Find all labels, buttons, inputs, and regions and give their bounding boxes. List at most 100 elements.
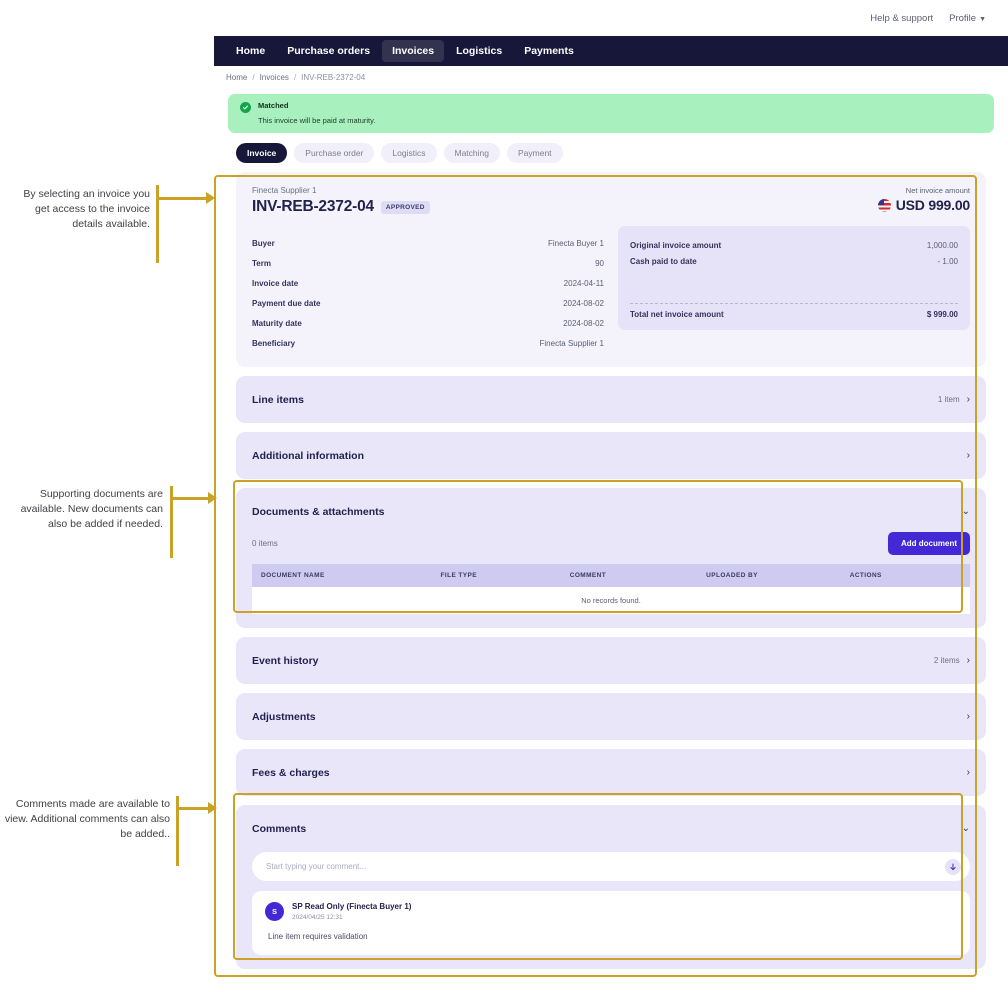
field-value: Finecta Buyer 1 <box>547 238 604 248</box>
table-row-empty: No records found. <box>252 587 970 614</box>
col-uploaded-by: UPLOADED BY <box>697 564 841 587</box>
section-title: Documents & attachments <box>252 505 385 518</box>
nav-item-payments[interactable]: Payments <box>514 40 584 62</box>
comment-meta: SP Read Only (Finecta Buyer 1) 2024/04/2… <box>292 902 411 921</box>
section-count: 1 item <box>937 395 960 404</box>
chevron-down-icon: ▼ <box>979 15 986 23</box>
section-line-items[interactable]: Line items 1 item › <box>236 376 986 423</box>
section-title: Line items <box>252 393 304 406</box>
profile-label: Profile <box>949 12 977 24</box>
annotation-arrow-2 <box>208 492 217 504</box>
section-meta: 2 items › <box>933 655 970 666</box>
section-meta: 1 item › <box>937 394 970 405</box>
section-fees-charges[interactable]: Fees & charges › <box>236 749 986 796</box>
section-header[interactable]: Comments ⌄ <box>252 805 970 852</box>
amount-spacer <box>630 269 958 297</box>
help-and-support-link[interactable]: Help & support <box>870 13 933 24</box>
field-maturity-date: Maturity date 2024-08-02 <box>252 313 604 333</box>
documents-table: DOCUMENT NAME FILE TYPE COMMENT UPLOADED… <box>252 564 970 614</box>
breadcrumb-invoices[interactable]: Invoices <box>260 73 289 82</box>
field-label: Invoice date <box>252 278 299 288</box>
nav-item-invoices[interactable]: Invoices <box>382 40 445 62</box>
tab-logistics[interactable]: Logistics <box>381 143 437 163</box>
supplier-name: Finecta Supplier 1 <box>252 186 317 195</box>
breadcrumb-separator: / <box>252 72 255 82</box>
amount-original: Original invoice amount 1,000.00 <box>630 237 958 253</box>
utility-bar: Help & support Profile ▼ <box>214 0 1008 36</box>
comment-input[interactable] <box>266 862 936 871</box>
avatar: S <box>265 902 284 921</box>
table-header-row: DOCUMENT NAME FILE TYPE COMMENT UPLOADED… <box>252 564 970 587</box>
nav-item-purchase-orders[interactable]: Purchase orders <box>277 40 380 62</box>
invoice-title-row: INV-REB-2372-04 APPROVED <box>252 198 604 216</box>
annotation-line-3 <box>176 807 210 810</box>
section-adjustments[interactable]: Adjustments › <box>236 693 986 740</box>
section-event-history[interactable]: Event history 2 items › <box>236 637 986 684</box>
comment-body: Line item requires validation <box>268 932 368 941</box>
amount-breakdown: Original invoice amount 1,000.00 Cash pa… <box>618 226 970 330</box>
net-invoice-value-row: USD 999.00 <box>618 197 970 213</box>
annotation-line-2 <box>170 497 210 500</box>
field-label: Beneficiary <box>252 338 296 348</box>
section-title: Additional information <box>252 449 364 462</box>
field-payment-due-date: Payment due date 2024-08-02 <box>252 293 604 313</box>
chevron-right-icon[interactable]: › <box>967 655 970 666</box>
chevron-right-icon[interactable]: › <box>967 711 970 722</box>
section-documents-attachments: Documents & attachments ⌄ 0 items Add do… <box>236 488 986 628</box>
tab-invoice[interactable]: Invoice <box>236 143 288 163</box>
breadcrumb: Home / Invoices / INV-REB-2372-04 <box>214 66 1008 88</box>
chevron-down-icon[interactable]: ⌄ <box>962 823 970 834</box>
field-value: 2024-08-02 <box>563 318 604 328</box>
section-title: Adjustments <box>252 710 316 723</box>
tab-payment[interactable]: Payment <box>507 143 563 163</box>
section-meta: › <box>967 711 970 722</box>
field-value: Finecta Supplier 1 <box>539 338 604 348</box>
section-header[interactable]: Documents & attachments ⌄ <box>252 488 970 535</box>
nav-item-home[interactable]: Home <box>226 40 275 62</box>
breadcrumb-current: INV-REB-2372-04 <box>301 72 366 82</box>
total-value: $ 999.00 <box>926 310 958 319</box>
col-actions: ACTIONS <box>840 564 970 587</box>
section-title: Fees & charges <box>252 766 330 779</box>
amount-total: Total net invoice amount $ 999.00 <box>630 310 958 319</box>
profile-menu[interactable]: Profile ▼ <box>949 13 986 24</box>
documents-toolbar: 0 items Add document <box>252 532 970 555</box>
amount-divider <box>630 303 958 304</box>
status-banner: Matched This invoice will be paid at mat… <box>228 94 994 133</box>
section-count: 2 items <box>933 656 960 665</box>
field-invoice-date: Invoice date 2024-04-11 <box>252 273 604 293</box>
amount-label: Cash paid to date <box>630 256 697 266</box>
amount-cash-paid: Cash paid to date - 1.00 <box>630 253 958 269</box>
add-document-button[interactable]: Add document <box>888 532 970 555</box>
nav-item-logistics[interactable]: Logistics <box>446 40 512 62</box>
net-invoice-label: Net invoice amount <box>905 186 970 195</box>
breadcrumb-home[interactable]: Home <box>226 73 247 82</box>
page-root: Help & support Profile ▼ Home Purchase or… <box>0 0 1008 992</box>
breadcrumb-separator-2: / <box>293 72 297 82</box>
field-beneficiary: Beneficiary Finecta Supplier 1 <box>252 333 604 353</box>
section-meta: › <box>967 450 970 461</box>
amount-label: Original invoice amount <box>630 240 722 250</box>
comment-entry: S SP Read Only (Finecta Buyer 1) 2024/04… <box>252 891 970 955</box>
section-additional-information[interactable]: Additional information › <box>236 432 986 479</box>
comment-input-wrapper <box>252 852 970 881</box>
section-comments: Comments ⌄ S SP Read Only (Finecta Buyer… <box>236 805 986 969</box>
field-value: 90 <box>595 258 604 268</box>
chevron-right-icon[interactable]: › <box>967 394 970 405</box>
tab-purchase-order[interactable]: Purchase order <box>294 143 375 163</box>
annotation-arrow-3 <box>208 802 217 814</box>
field-value: 2024-08-02 <box>563 298 604 308</box>
send-comment-button[interactable] <box>945 858 961 875</box>
invoice-detail-card: Finecta Supplier 1 INV-REB-2372-04 APPRO… <box>236 172 986 367</box>
section-title: Event history <box>252 654 319 667</box>
annotation-text-invoice-details: By selecting an invoice you get access t… <box>23 188 150 231</box>
chevron-right-icon[interactable]: › <box>967 767 970 778</box>
us-flag-icon <box>877 198 891 212</box>
chevron-right-icon[interactable]: › <box>967 450 970 461</box>
invoice-detail-right: Net invoice amount USD 999.00 Original i… <box>618 186 970 353</box>
chevron-down-icon[interactable]: ⌄ <box>962 506 970 517</box>
empty-state-message: No records found. <box>252 587 970 614</box>
field-buyer: Buyer Finecta Buyer 1 <box>252 233 604 253</box>
tab-matching[interactable]: Matching <box>443 143 500 163</box>
field-label: Buyer <box>252 238 275 248</box>
